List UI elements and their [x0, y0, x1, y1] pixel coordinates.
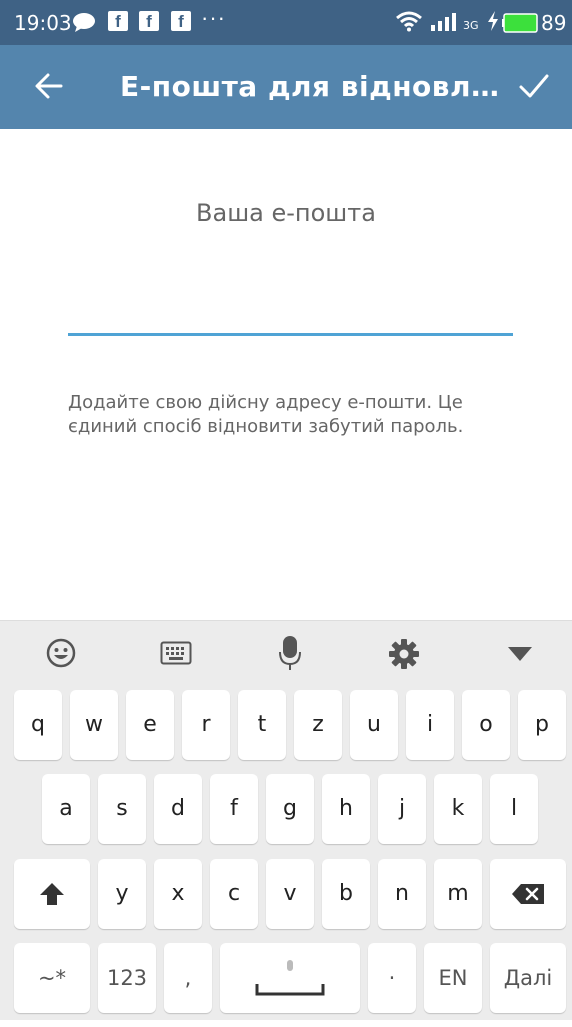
key-w[interactable]: w [70, 690, 118, 760]
hide-keyboard-icon[interactable] [507, 646, 533, 667]
emoji-icon[interactable] [45, 637, 77, 674]
keyboard-icon[interactable] [160, 641, 192, 670]
facebook-icon: f [139, 11, 159, 31]
key-q[interactable]: q [14, 690, 62, 760]
key-h[interactable]: h [322, 774, 370, 844]
key-f[interactable]: f [210, 774, 258, 844]
key-k[interactable]: k [434, 774, 482, 844]
key-s[interactable]: s [98, 774, 146, 844]
email-input-underline [68, 333, 513, 336]
facebook-icon: f [108, 11, 128, 31]
key-p[interactable]: p [518, 690, 566, 760]
enter-key[interactable]: Далі [490, 943, 566, 1013]
key-v[interactable]: v [266, 859, 314, 929]
check-icon[interactable] [518, 71, 550, 106]
app-bar: Е-пошта для відновл… [0, 45, 572, 129]
email-input[interactable] [68, 289, 513, 333]
shift-key[interactable] [14, 859, 90, 929]
key-u[interactable]: u [350, 690, 398, 760]
shift-icon [40, 883, 64, 905]
key-g[interactable]: g [266, 774, 314, 844]
charging-icon [487, 11, 499, 36]
hint-text: Додайте свою дійсну адресу е-пошти. Це є… [68, 392, 464, 437]
email-form: Ваша е-пошта Додайте свою дійсну адресу … [0, 129, 572, 620]
key-j[interactable]: j [378, 774, 426, 844]
key-c[interactable]: c [210, 859, 258, 929]
space-bar-icon [255, 960, 325, 996]
signal-icon [430, 10, 460, 37]
language-key[interactable]: EN [424, 943, 482, 1013]
battery-icon [502, 13, 538, 38]
status-time: 19:03 [14, 11, 72, 35]
backspace-icon [512, 884, 544, 904]
key-y[interactable]: y [98, 859, 146, 929]
battery-level: 89 [541, 11, 567, 35]
chat-bubble-icon [72, 12, 96, 37]
key-d[interactable]: d [154, 774, 202, 844]
key-e[interactable]: e [126, 690, 174, 760]
email-label: Ваша е-пошта [196, 199, 376, 227]
period-key[interactable]: · [368, 943, 416, 1013]
arrow-left-icon[interactable] [34, 71, 64, 106]
status-bar: 19:03 f f f ··· 3G 89 [0, 0, 572, 45]
page-title: Е-пошта для відновл… [120, 70, 500, 103]
wifi-icon [395, 10, 423, 37]
key-m[interactable]: m [434, 859, 482, 929]
space-key[interactable] [220, 943, 360, 1013]
more-notifications-icon: ··· [201, 5, 226, 30]
backspace-key[interactable] [490, 859, 566, 929]
key-b[interactable]: b [322, 859, 370, 929]
key-l[interactable]: l [490, 774, 538, 844]
key-o[interactable]: o [462, 690, 510, 760]
key-a[interactable]: a [42, 774, 90, 844]
key-t[interactable]: t [238, 690, 286, 760]
keyboard: q w e r t z u i o p a s d f g h j k l y … [0, 620, 572, 1020]
mic-icon[interactable] [279, 635, 301, 676]
comma-key[interactable]: , [164, 943, 212, 1013]
symbols-key[interactable]: ~* [14, 943, 90, 1013]
network-type: 3G [463, 19, 479, 32]
key-i[interactable]: i [406, 690, 454, 760]
key-n[interactable]: n [378, 859, 426, 929]
key-x[interactable]: x [154, 859, 202, 929]
settings-icon[interactable] [388, 638, 420, 675]
key-z[interactable]: z [294, 690, 342, 760]
key-r[interactable]: r [182, 690, 230, 760]
facebook-icon: f [171, 11, 191, 31]
numbers-key[interactable]: 123 [98, 943, 156, 1013]
